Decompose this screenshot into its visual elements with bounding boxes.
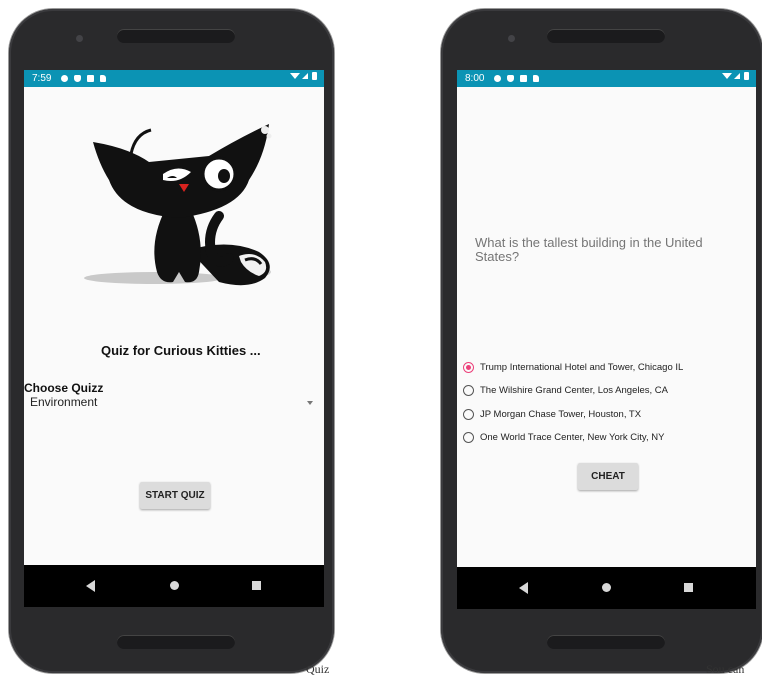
phone-left: 7:59 Quiz for Curious Kitties ... Choose… — [9, 9, 334, 673]
back-icon[interactable] — [86, 580, 95, 592]
top-speaker — [117, 29, 235, 43]
back-icon[interactable] — [519, 582, 528, 594]
spinner-selected-value: Environment — [30, 395, 98, 409]
question-text: What is the tallest building in the Unit… — [475, 235, 703, 264]
recents-icon[interactable] — [684, 583, 693, 592]
sd-card-status-icon — [533, 75, 539, 82]
kitty-image — [69, 122, 289, 300]
navigation-bar — [24, 565, 324, 607]
radio-button-icon[interactable] — [463, 432, 474, 443]
home-icon[interactable] — [602, 583, 611, 592]
settings-status-icon — [61, 75, 68, 82]
answer-option-label: One World Trace Center, New York City, N… — [480, 432, 665, 443]
answer-option[interactable]: One World Trace Center, New York City, N… — [463, 432, 664, 443]
answer-option[interactable]: Trump International Hotel and Tower, Chi… — [463, 362, 683, 373]
radio-button-icon[interactable] — [463, 409, 474, 420]
radio-button-icon[interactable] — [463, 362, 474, 373]
settings-status-icon — [494, 75, 501, 82]
sd-card-status-icon — [100, 75, 106, 82]
app-title: Quiz for Curious Kitties ... — [101, 343, 261, 358]
screen-question: 8:00 What is the tallest building in the… — [457, 70, 756, 609]
quiz-spinner[interactable]: Environment — [28, 394, 320, 412]
answer-option-label: The Wilshire Grand Center, Los Angeles, … — [480, 385, 668, 396]
signal-battery-icons — [722, 70, 750, 87]
signal-battery-icons — [290, 70, 318, 87]
bottom-speaker — [547, 635, 665, 649]
answer-option[interactable]: JP Morgan Chase Tower, Houston, TX — [463, 409, 641, 420]
front-camera — [508, 35, 515, 42]
home-icon[interactable] — [170, 581, 179, 590]
answer-option[interactable]: The Wilshire Grand Center, Los Angeles, … — [463, 385, 668, 396]
answer-option-label: JP Morgan Chase Tower, Houston, TX — [480, 409, 642, 420]
recents-icon[interactable] — [252, 581, 261, 590]
status-bar: 8:00 — [457, 70, 756, 87]
radio-button-icon[interactable] — [463, 385, 474, 396]
cheat-button[interactable]: CHEAT — [578, 463, 638, 490]
phone-right: 8:00 What is the tallest building in the… — [441, 9, 762, 673]
navigation-bar — [457, 567, 756, 609]
status-time: 8:00 — [465, 73, 485, 84]
calendar-status-icon — [520, 75, 527, 82]
screen-start: 7:59 Quiz for Curious Kitties ... Choose… — [24, 70, 324, 607]
answer-option-label: Trump International Hotel and Tower, Chi… — [480, 362, 684, 373]
bottom-speaker — [117, 635, 235, 649]
status-time: 7:59 — [32, 73, 52, 84]
dropdown-arrow-icon — [307, 401, 313, 405]
front-camera — [76, 35, 83, 42]
start-quiz-button[interactable]: START QUIZ — [140, 482, 210, 509]
shield-status-icon — [74, 75, 81, 82]
choose-quiz-label: Choose Quizz — [24, 381, 104, 395]
top-speaker — [547, 29, 665, 43]
calendar-status-icon — [87, 75, 94, 82]
shield-status-icon — [507, 75, 514, 82]
status-bar: 7:59 — [24, 70, 324, 87]
